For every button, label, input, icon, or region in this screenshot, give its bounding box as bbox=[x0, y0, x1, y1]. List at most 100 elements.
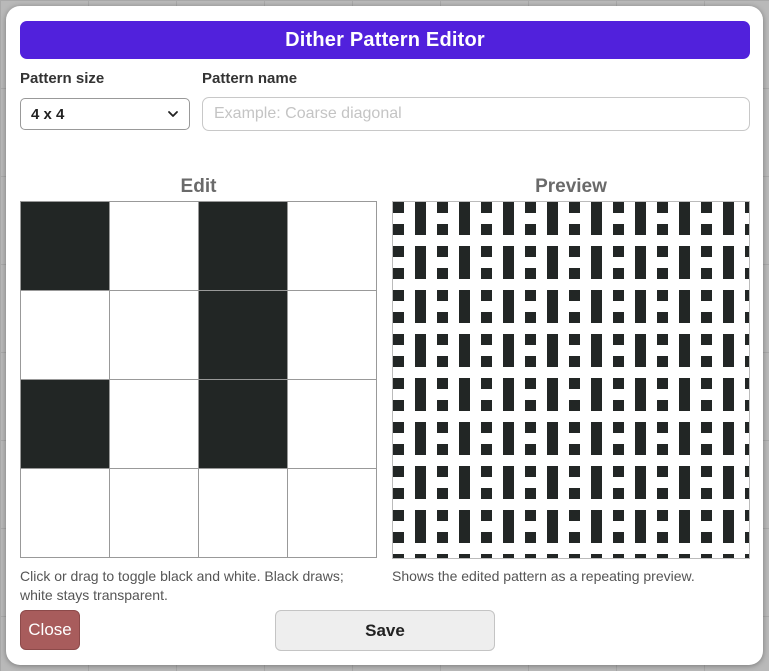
preview-pixel bbox=[459, 224, 470, 235]
preview-pixel bbox=[481, 312, 492, 323]
preview-pixel bbox=[591, 389, 602, 400]
preview-pixel bbox=[503, 257, 514, 268]
pattern-cell[interactable] bbox=[288, 291, 377, 380]
preview-pixel bbox=[635, 213, 646, 224]
preview-pixel bbox=[569, 246, 580, 257]
pattern-cell[interactable] bbox=[110, 291, 199, 380]
preview-pixel bbox=[503, 213, 514, 224]
preview-pixel bbox=[415, 334, 426, 345]
preview-pixel bbox=[723, 488, 734, 499]
close-button[interactable]: Close bbox=[20, 610, 80, 650]
preview-pixel bbox=[701, 488, 712, 499]
preview-pixel bbox=[437, 400, 448, 411]
preview-pixel bbox=[745, 488, 749, 499]
preview-pixel bbox=[657, 554, 668, 558]
preview-pixel bbox=[569, 378, 580, 389]
preview-pixel bbox=[415, 257, 426, 268]
preview-pixel bbox=[393, 444, 404, 455]
preview-pixel bbox=[701, 378, 712, 389]
preview-pixel bbox=[437, 444, 448, 455]
preview-pixel bbox=[459, 312, 470, 323]
preview-pixel bbox=[679, 521, 690, 532]
preview-pixel bbox=[547, 202, 558, 213]
preview-pixel bbox=[679, 466, 690, 477]
preview-pixel bbox=[745, 290, 749, 301]
pattern-name-input[interactable]: Example: Coarse diagonal bbox=[202, 97, 750, 131]
preview-pixel bbox=[591, 345, 602, 356]
preview-pixel bbox=[525, 378, 536, 389]
preview-pixel bbox=[569, 422, 580, 433]
pattern-cell[interactable] bbox=[21, 380, 110, 469]
preview-pixel bbox=[547, 466, 558, 477]
preview-pixel bbox=[393, 246, 404, 257]
preview-pixel bbox=[415, 466, 426, 477]
preview-pixel bbox=[547, 334, 558, 345]
pattern-cell[interactable] bbox=[110, 469, 199, 558]
preview-hint: Shows the edited pattern as a repeating … bbox=[392, 568, 695, 584]
preview-pixel bbox=[679, 444, 690, 455]
preview-pixel bbox=[701, 334, 712, 345]
preview-pixel bbox=[591, 532, 602, 543]
pattern-cell[interactable] bbox=[21, 202, 110, 291]
preview-pixel bbox=[635, 521, 646, 532]
preview-pixel bbox=[415, 268, 426, 279]
preview-pixel bbox=[481, 268, 492, 279]
preview-pixel bbox=[503, 268, 514, 279]
pattern-cell[interactable] bbox=[110, 202, 199, 291]
preview-pixel bbox=[635, 532, 646, 543]
preview-pixel bbox=[591, 477, 602, 488]
preview-pixel bbox=[503, 224, 514, 235]
preview-pixel bbox=[459, 356, 470, 367]
preview-pixel bbox=[547, 521, 558, 532]
pattern-cell[interactable] bbox=[21, 291, 110, 380]
preview-pixel bbox=[415, 290, 426, 301]
preview-pixel bbox=[635, 488, 646, 499]
preview-pixel bbox=[525, 444, 536, 455]
preview-pixel bbox=[613, 356, 624, 367]
pattern-cell[interactable] bbox=[21, 469, 110, 558]
preview-pixel bbox=[657, 466, 668, 477]
preview-pixel bbox=[613, 246, 624, 257]
preview-pixel bbox=[635, 301, 646, 312]
preview-pixel bbox=[459, 422, 470, 433]
preview-pixel bbox=[415, 488, 426, 499]
pattern-cell[interactable] bbox=[199, 469, 288, 558]
pattern-size-value: 4 x 4 bbox=[31, 105, 65, 123]
pattern-cell[interactable] bbox=[288, 469, 377, 558]
preview-pixel bbox=[679, 224, 690, 235]
pattern-cell[interactable] bbox=[110, 380, 199, 469]
preview-pixel bbox=[393, 532, 404, 543]
preview-pixel bbox=[635, 356, 646, 367]
preview-pixel bbox=[481, 246, 492, 257]
preview-pixel bbox=[459, 466, 470, 477]
pattern-cell[interactable] bbox=[199, 291, 288, 380]
preview-pixel bbox=[415, 400, 426, 411]
pattern-cell[interactable] bbox=[199, 202, 288, 291]
preview-pixel bbox=[723, 422, 734, 433]
pattern-size-select[interactable]: 4 x 4 bbox=[20, 98, 190, 130]
preview-pixel bbox=[657, 290, 668, 301]
pattern-cell[interactable] bbox=[199, 380, 288, 469]
preview-pixel bbox=[679, 312, 690, 323]
preview-pixel bbox=[701, 532, 712, 543]
preview-pixel bbox=[635, 345, 646, 356]
preview-pixel bbox=[613, 224, 624, 235]
preview-heading: Preview bbox=[535, 176, 607, 197]
preview-pixel bbox=[613, 378, 624, 389]
preview-pixel bbox=[745, 356, 749, 367]
preview-pixel bbox=[415, 246, 426, 257]
preview-pixel bbox=[591, 246, 602, 257]
preview-pixel bbox=[393, 422, 404, 433]
preview-pixel bbox=[723, 257, 734, 268]
preview-pixel bbox=[525, 400, 536, 411]
edit-grid[interactable] bbox=[20, 201, 377, 558]
save-button[interactable]: Save bbox=[275, 610, 495, 651]
edit-heading: Edit bbox=[180, 176, 217, 197]
preview-pixel bbox=[591, 257, 602, 268]
preview-pixel bbox=[613, 510, 624, 521]
preview-pixel bbox=[723, 554, 734, 558]
preview-pixel bbox=[701, 268, 712, 279]
preview-pixel bbox=[459, 257, 470, 268]
pattern-cell[interactable] bbox=[288, 380, 377, 469]
pattern-cell[interactable] bbox=[288, 202, 377, 291]
